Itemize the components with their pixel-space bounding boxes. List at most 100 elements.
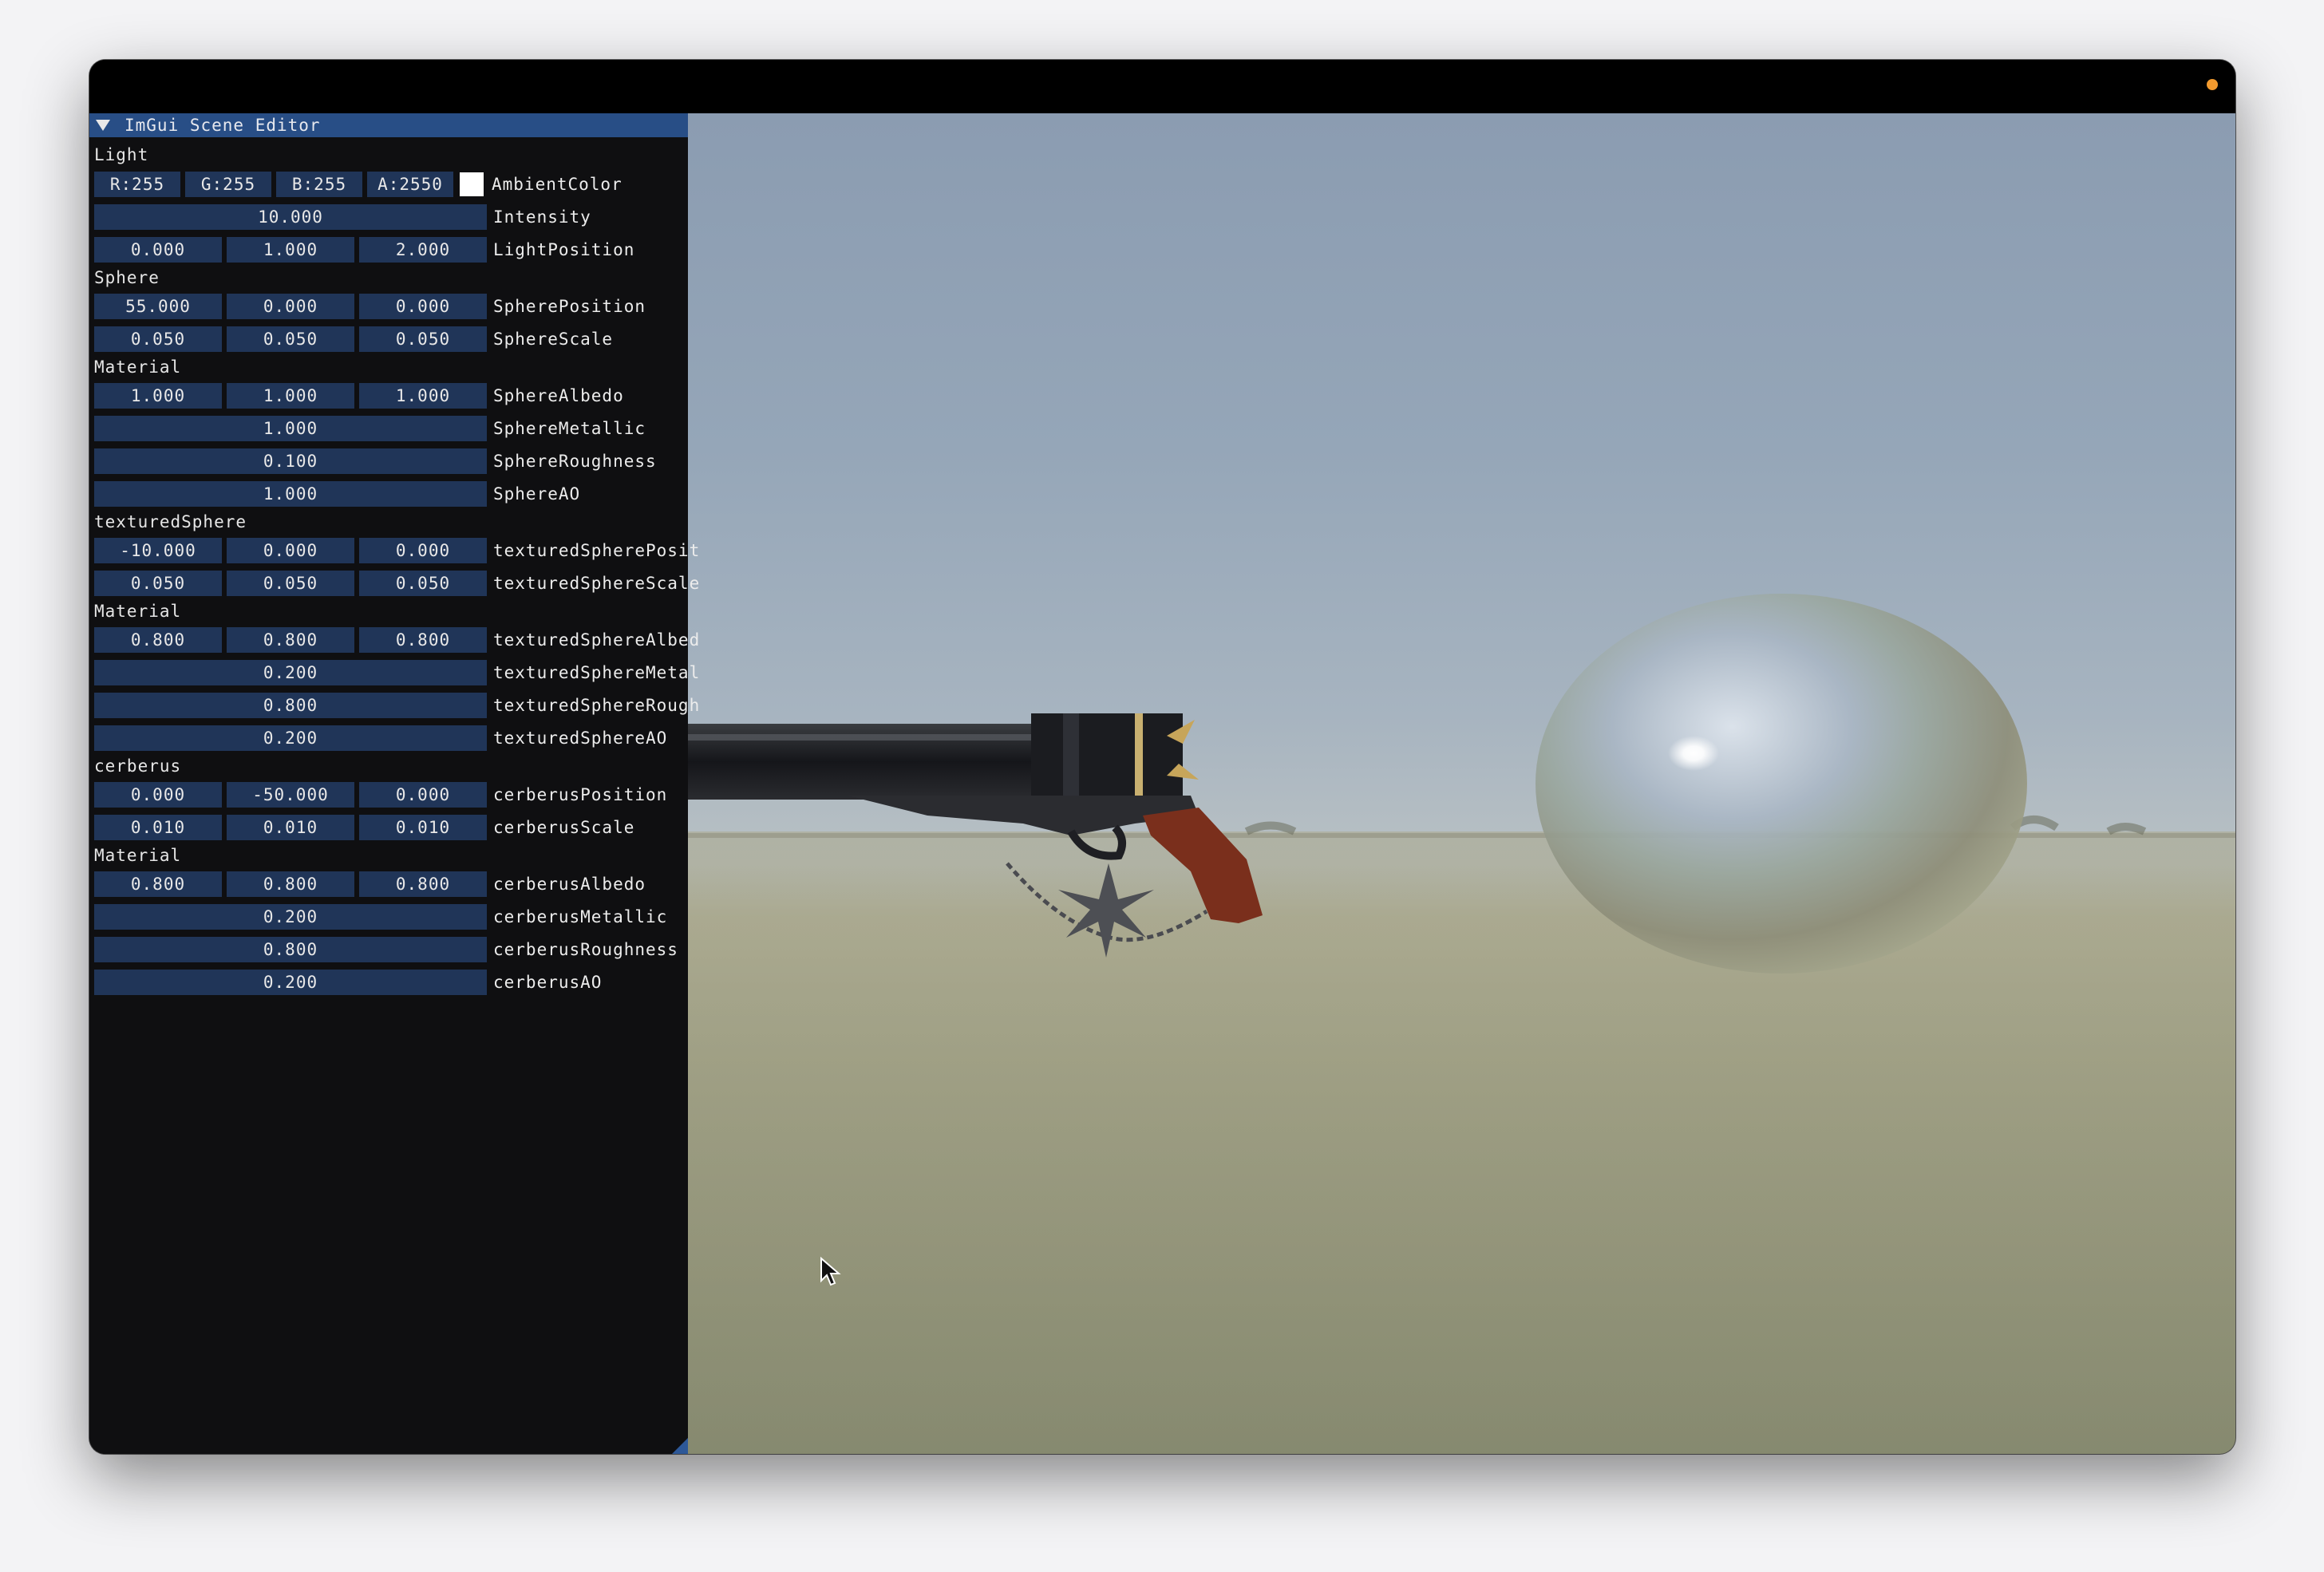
row-intensity: 10.000 Intensity [94,204,591,230]
sphere-metallic-field[interactable]: 1.000 [94,416,487,441]
tsphere-ao-field[interactable]: 0.200 [94,725,487,751]
row-sphere-albedo: 1.000 1.000 1.000 SphereAlbedo [94,383,624,409]
window-status-dot [2207,79,2218,90]
section-material-cerberus: Material [94,846,182,865]
cerberus-roughness-field[interactable]: 0.800 [94,937,487,962]
intensity-field[interactable]: 10.000 [94,204,487,230]
cerberus-position-label: cerberusPosition [493,785,668,804]
row-tsphere-scale: 0.050 0.050 0.050 texturedSphereScale [94,571,700,596]
tsphere-metal-label: texturedSphereMetal [493,663,701,682]
tsphere-scale-z[interactable]: 0.050 [359,571,487,596]
ambient-r-field[interactable]: R:255 [94,172,180,197]
app-window: ImGui Scene Editor Light R:255 G:255 B:2… [89,60,2235,1454]
tsphere-albedo-g[interactable]: 0.800 [227,627,354,653]
tsphere-position-label: texturedSpherePosit [493,541,701,560]
row-ambient-color: R:255 G:255 B:255 A:2550 AmbientColor [94,172,622,197]
cerberus-roughness-label: cerberusRoughness [493,940,678,959]
panel-resize-grip[interactable] [672,1438,688,1454]
row-sphere-ao: 1.000 SphereAO [94,481,580,507]
sphere-scale-z[interactable]: 0.050 [359,326,487,352]
cerberus-position-z[interactable]: 0.000 [359,782,487,808]
section-cerberus: cerberus [94,756,182,776]
section-textured-sphere: texturedSphere [94,512,247,531]
tsphere-rough-field[interactable]: 0.800 [94,693,487,718]
tsphere-position-y[interactable]: 0.000 [227,538,354,563]
light-position-y[interactable]: 1.000 [227,237,354,263]
sphere-albedo-g[interactable]: 1.000 [227,383,354,409]
cerberus-metallic-label: cerberusMetallic [493,907,668,926]
cerberus-ao-label: cerberusAO [493,973,603,992]
sphere-scale-x[interactable]: 0.050 [94,326,222,352]
section-light: Light [94,145,149,164]
tsphere-position-x[interactable]: -10.000 [94,538,222,563]
sphere-position-label: SpherePosition [493,297,646,316]
cerberus-position-y[interactable]: -50.000 [227,782,354,808]
row-cerberus-ao: 0.200 cerberusAO [94,970,602,995]
cerberus-scale-y[interactable]: 0.010 [227,815,354,840]
row-tsphere-rough: 0.800 texturedSphereRough [94,693,700,718]
scene-viewport[interactable] [688,113,2235,1454]
ambient-a-field[interactable]: A:2550 [367,172,453,197]
row-sphere-scale: 0.050 0.050 0.050 SphereScale [94,326,613,352]
sphere-albedo-r[interactable]: 1.000 [94,383,222,409]
sphere-scale-label: SphereScale [493,330,614,349]
sphere-albedo-b[interactable]: 1.000 [359,383,487,409]
cerberus-metallic-field[interactable]: 0.200 [94,904,487,930]
row-light-position: 0.000 1.000 2.000 LightPosition [94,237,634,263]
tsphere-position-z[interactable]: 0.000 [359,538,487,563]
title-bar[interactable] [89,60,2235,113]
ambient-g-field[interactable]: G:255 [185,172,271,197]
reflective-sphere [1536,594,2027,974]
section-material-sphere: Material [94,357,182,377]
cerberus-ao-field[interactable]: 0.200 [94,970,487,995]
cerberus-scale-z[interactable]: 0.010 [359,815,487,840]
tsphere-ao-label: texturedSphereAO [493,729,668,748]
cerberus-albedo-b[interactable]: 0.800 [359,871,487,897]
ambient-b-field[interactable]: B:255 [276,172,362,197]
intensity-label: Intensity [493,207,591,227]
ambient-color-label: AmbientColor [492,175,622,194]
tsphere-albedo-label: texturedSphereAlbed [493,630,701,650]
tsphere-metal-field[interactable]: 0.200 [94,660,487,685]
sphere-scale-y[interactable]: 0.050 [227,326,354,352]
sphere-ao-label: SphereAO [493,484,581,504]
row-sphere-metallic: 1.000 SphereMetallic [94,416,646,441]
cerberus-albedo-label: cerberusAlbedo [493,875,646,894]
tsphere-scale-label: texturedSphereScale [493,574,701,593]
row-cerberus-position: 0.000 -50.000 0.000 cerberusPosition [94,782,667,808]
row-sphere-position: 55.000 0.000 0.000 SpherePosition [94,294,646,319]
light-position-label: LightPosition [493,240,635,259]
light-position-z[interactable]: 2.000 [359,237,487,263]
sphere-roughness-label: SphereRoughness [493,452,657,471]
ambient-color-swatch[interactable] [460,172,484,196]
cerberus-albedo-g[interactable]: 0.800 [227,871,354,897]
mouse-cursor-icon [820,1257,841,1286]
cerberus-position-x[interactable]: 0.000 [94,782,222,808]
row-cerberus-albedo: 0.800 0.800 0.800 cerberusAlbedo [94,871,646,897]
sphere-roughness-field[interactable]: 0.100 [94,448,487,474]
light-position-x[interactable]: 0.000 [94,237,222,263]
row-tsphere-metal: 0.200 texturedSphereMetal [94,660,700,685]
panel-title-bar[interactable]: ImGui Scene Editor [89,113,688,137]
cerberus-albedo-r[interactable]: 0.800 [94,871,222,897]
tsphere-scale-x[interactable]: 0.050 [94,571,222,596]
row-sphere-roughness: 0.100 SphereRoughness [94,448,657,474]
sphere-position-y[interactable]: 0.000 [227,294,354,319]
section-sphere: Sphere [94,268,160,287]
row-tsphere-albedo: 0.800 0.800 0.800 texturedSphereAlbed [94,627,700,653]
cerberus-scale-label: cerberusScale [493,818,635,837]
panel-title: ImGui Scene Editor [125,116,321,135]
row-cerberus-roughness: 0.800 cerberusRoughness [94,937,678,962]
row-tsphere-position: -10.000 0.000 0.000 texturedSpherePosit [94,538,700,563]
tsphere-scale-y[interactable]: 0.050 [227,571,354,596]
sphere-ao-field[interactable]: 1.000 [94,481,487,507]
scene-render [688,594,2235,1454]
tsphere-albedo-b[interactable]: 0.800 [359,627,487,653]
scene-editor-panel[interactable]: ImGui Scene Editor Light R:255 G:255 B:2… [89,113,699,1454]
cerberus-scale-x[interactable]: 0.010 [94,815,222,840]
tsphere-albedo-r[interactable]: 0.800 [94,627,222,653]
sphere-metallic-label: SphereMetallic [493,419,646,438]
collapse-arrow-icon[interactable] [96,120,110,131]
sphere-position-z[interactable]: 0.000 [359,294,487,319]
sphere-position-x[interactable]: 55.000 [94,294,222,319]
